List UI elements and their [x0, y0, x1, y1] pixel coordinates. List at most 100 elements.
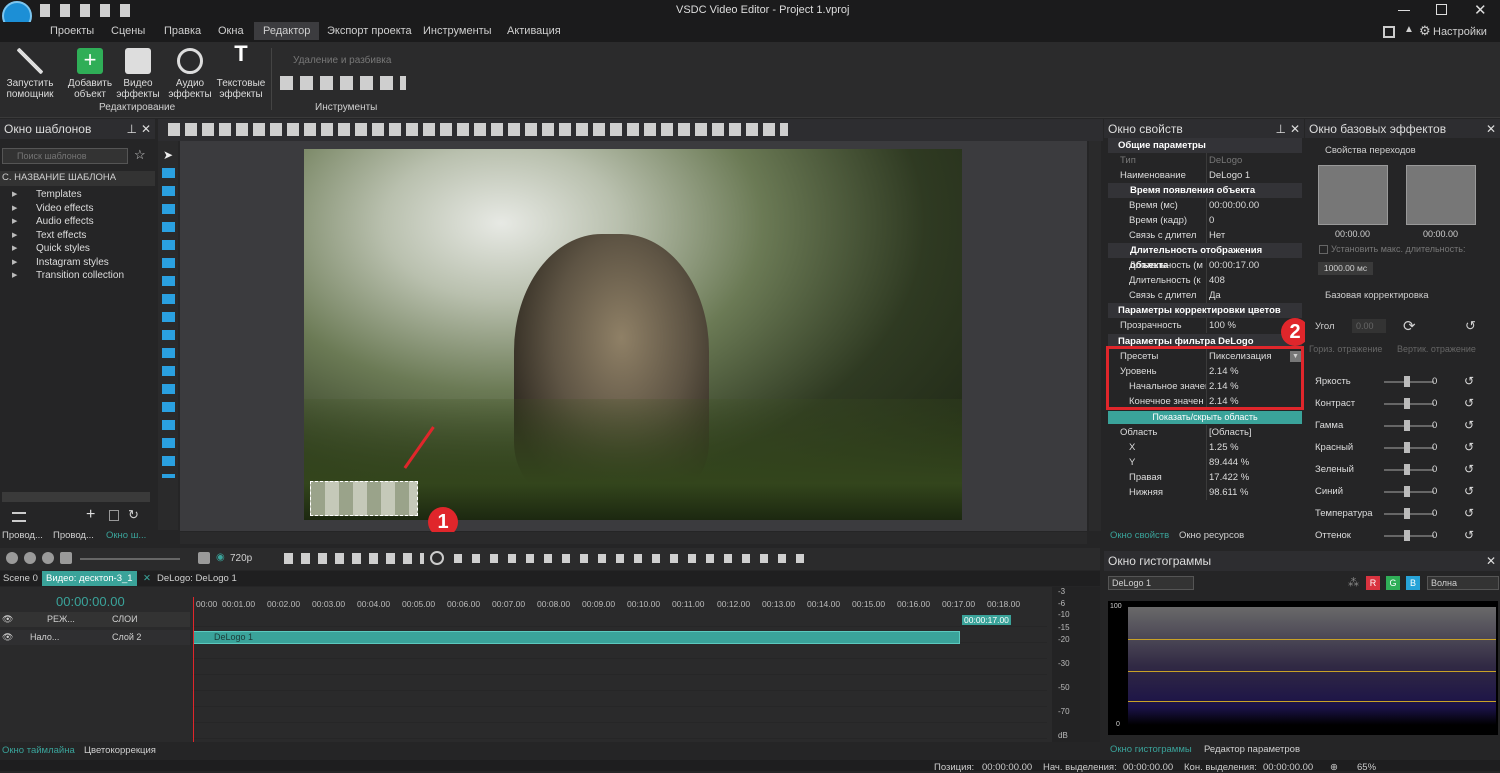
tab-histogram[interactable]: Окно гистограммы	[1110, 744, 1192, 755]
reset-icon[interactable]: ↺	[1464, 506, 1474, 520]
transition-out-thumb[interactable]	[1406, 165, 1476, 225]
list-view-icon[interactable]	[12, 512, 26, 522]
clock-icon[interactable]	[430, 551, 444, 565]
transitions-label[interactable]: Свойства переходов	[1325, 145, 1416, 156]
tree-item-templates[interactable]: Templates	[0, 188, 155, 202]
prop-duration-link[interactable]: Связь с длител Да	[1108, 288, 1302, 303]
prop-area[interactable]: Область [Область]	[1108, 425, 1302, 440]
channel-g-button[interactable]: G	[1386, 576, 1400, 590]
pin-icon[interactable]: ⊥	[127, 122, 137, 136]
close-icon[interactable]: ✕	[1290, 122, 1300, 136]
reset-icon[interactable]: ↺	[1464, 484, 1474, 498]
tint-row[interactable]: Оттенок 0 ↺	[1312, 526, 1482, 546]
tab-resources[interactable]: Окно ресурсов	[1179, 530, 1244, 541]
reset-icon[interactable]: ↺	[1464, 396, 1474, 410]
red-row[interactable]: Красный 0 ↺	[1312, 438, 1482, 458]
layer-row[interactable]: 👁 Нало... Слой 2	[0, 630, 190, 645]
tree-item-transition-collection[interactable]: Transition collection	[0, 269, 155, 283]
star-icon[interactable]: ☆	[134, 147, 146, 163]
show-hide-area-button[interactable]: Показать/скрыть область	[1108, 411, 1302, 424]
channel-b-button[interactable]: B	[1406, 576, 1420, 590]
angle-input[interactable]: 0.00	[1352, 319, 1386, 333]
tab-properties[interactable]: Окно свойств	[1110, 530, 1169, 541]
tab-param-editor[interactable]: Редактор параметров	[1204, 744, 1300, 755]
menu-edit[interactable]: Правка	[164, 25, 201, 37]
tab-color-correction[interactable]: Цветокоррекция	[84, 745, 156, 756]
playhead[interactable]	[193, 597, 194, 742]
vflip-label[interactable]: Вертик. отражение	[1397, 344, 1476, 354]
edit-toolbar-icons[interactable]	[168, 123, 788, 136]
transition-in-thumb[interactable]	[1318, 165, 1388, 225]
close-button[interactable]: ✕	[1474, 1, 1487, 19]
layer-visibility-icon[interactable]: 👁	[2, 632, 13, 643]
menu-activation[interactable]: Активация	[507, 25, 561, 37]
pointer-tool-icon[interactable]: ➤	[163, 148, 173, 162]
resolution-select[interactable]: 720p	[230, 553, 252, 564]
canvas-vertical-scrollbar[interactable]	[1089, 141, 1101, 531]
menu-tools[interactable]: Инструменты	[423, 25, 492, 37]
close-icon[interactable]: ✕	[141, 122, 151, 136]
tab-scene[interactable]: Scene 0	[3, 573, 38, 584]
chevron-up-icon[interactable]: ▲	[1404, 24, 1414, 35]
tab-timeline[interactable]: Окно таймлайна	[2, 745, 75, 756]
gear-icon[interactable]: ⚙	[1419, 23, 1431, 39]
menu-export[interactable]: Экспорт проекта	[327, 25, 412, 37]
section-color[interactable]: Параметры корректировки цветов	[1108, 303, 1302, 318]
zoom-in-icon[interactable]	[6, 552, 18, 564]
delogo-region[interactable]	[310, 481, 418, 516]
tab-templates[interactable]: Окно ш...	[106, 530, 146, 541]
tree-item-video-effects[interactable]: Video effects	[0, 202, 155, 216]
video-preview[interactable]: 1	[304, 149, 962, 537]
close-icon[interactable]: ✕	[1486, 122, 1496, 136]
video-effects-button[interactable]: Видео эффекты	[111, 48, 165, 100]
reset-icon[interactable]: ↺	[1464, 418, 1474, 432]
delogo-clip[interactable]: DeLogo 1	[193, 631, 960, 644]
canvas-horizontal-scrollbar[interactable]	[180, 532, 1087, 544]
tab-explorer-1[interactable]: Провод...	[2, 530, 43, 541]
reset-icon[interactable]: ↺	[1464, 462, 1474, 476]
tools-icons[interactable]	[280, 76, 406, 90]
reset-icon[interactable]: ↺	[1464, 528, 1474, 542]
reset-angle-icon[interactable]: ↺	[1465, 318, 1476, 334]
prop-duration-ms[interactable]: Длительность (м 00:00:17.00	[1108, 258, 1302, 273]
prop-time-frame[interactable]: Время (кадр) 0	[1108, 213, 1302, 228]
tab-video[interactable]: Видео: десктоп-3_1	[42, 571, 137, 586]
brightness-row[interactable]: Яркость 0 ↺	[1312, 372, 1482, 392]
menu-windows[interactable]: Окна	[218, 25, 244, 37]
shape-tools-icons[interactable]	[162, 168, 175, 478]
green-row[interactable]: Зеленый 0 ↺	[1312, 460, 1482, 480]
tree-item-text-effects[interactable]: Text effects	[0, 229, 155, 243]
gamma-row[interactable]: Гамма 0 ↺	[1312, 416, 1482, 436]
tree-item-instagram-styles[interactable]: Instagram styles	[0, 256, 155, 270]
transport-buttons[interactable]	[454, 554, 814, 563]
close-tab-icon[interactable]: ✕	[143, 573, 151, 584]
channel-r-button[interactable]: R	[1366, 576, 1380, 590]
layout-icon[interactable]	[1383, 26, 1395, 38]
prop-y[interactable]: Y 89.444 %	[1108, 455, 1302, 470]
hflip-label[interactable]: Гориз. отражение	[1309, 344, 1382, 354]
zoom-out-icon[interactable]	[24, 552, 36, 564]
add-template-icon[interactable]: +	[86, 506, 95, 524]
wizard-button[interactable]: Запустить помощник	[3, 48, 57, 100]
reset-icon[interactable]: ↺	[1464, 440, 1474, 454]
templates-scrollbar[interactable]	[2, 492, 150, 502]
zoom-icon[interactable]: ⊕	[1330, 762, 1338, 773]
menu-projects[interactable]: Проекты	[50, 25, 94, 37]
section-general[interactable]: Общие параметры	[1108, 138, 1302, 153]
rotate-icon[interactable]: ⟳	[1403, 317, 1416, 335]
text-effects-button[interactable]: T Текстовые эффекты	[214, 43, 268, 101]
prop-transparency[interactable]: Прозрачность 100 %	[1108, 318, 1302, 333]
settings-label[interactable]: Настройки	[1433, 26, 1487, 38]
tab-delogo[interactable]: DeLogo: DeLogo 1	[157, 573, 237, 584]
menu-scenes[interactable]: Сцены	[111, 25, 145, 37]
section-appear[interactable]: Время появления объекта	[1108, 183, 1302, 198]
timeline-zoom-slider[interactable]	[80, 558, 180, 560]
link-icon[interactable]: ⁂	[1348, 576, 1359, 589]
visibility-icon[interactable]: 👁	[2, 614, 13, 625]
histogram-source-select[interactable]: DeLogo 1	[1108, 576, 1194, 590]
reset-icon[interactable]: ↺	[1464, 374, 1474, 388]
audio-effects-button[interactable]: Аудио эффекты	[163, 48, 217, 100]
pin-icon[interactable]: ⊥	[1276, 122, 1286, 136]
minimize-button[interactable]	[1398, 10, 1410, 11]
prop-time-ms[interactable]: Время (мс) 00:00:00.00	[1108, 198, 1302, 213]
